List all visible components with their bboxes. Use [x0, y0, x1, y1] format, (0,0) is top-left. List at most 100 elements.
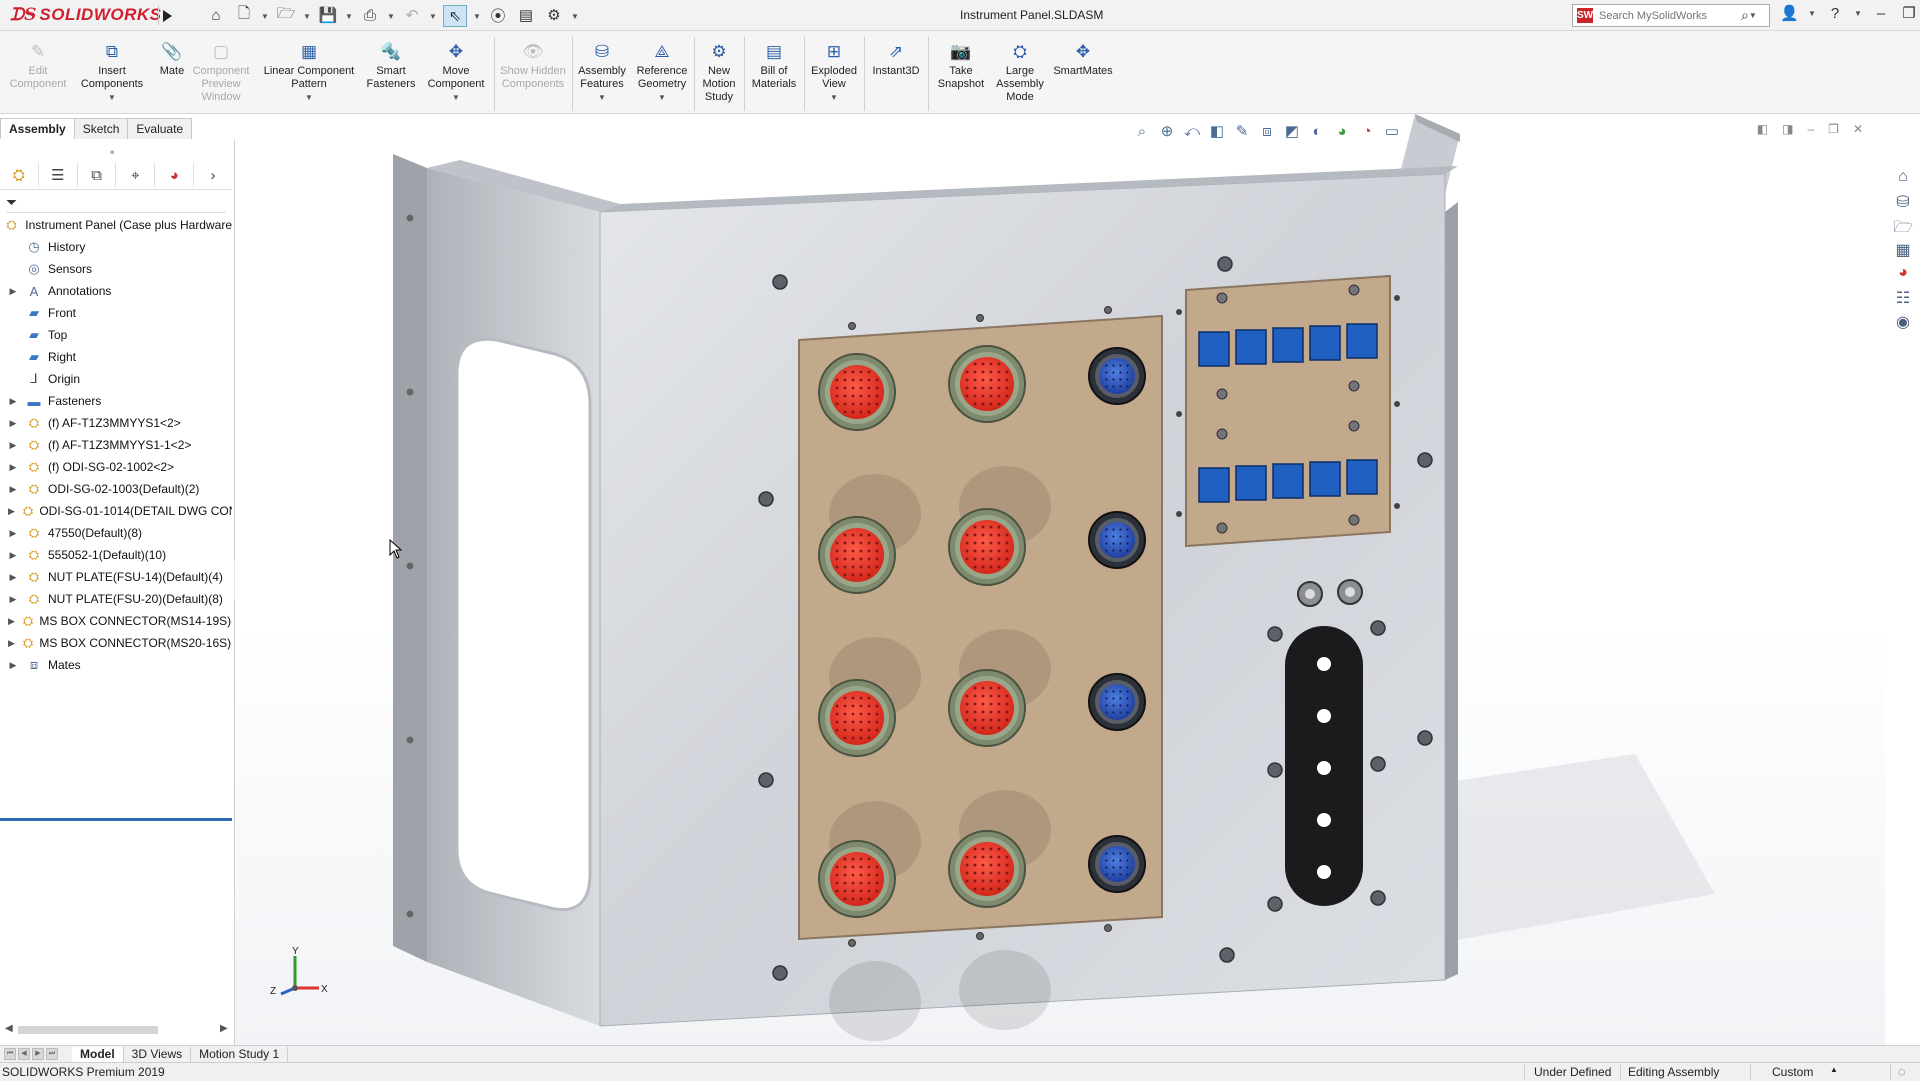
tree-item-right-plane[interactable]: ▰ Right	[0, 346, 232, 368]
expand-arrow-icon[interactable]: ▶	[8, 286, 18, 297]
quick-tips-icon[interactable]: ◌	[1898, 1064, 1906, 1079]
take-snapshot-button[interactable]: 📷 Take Snapshot	[932, 41, 990, 91]
expand-arrow-icon[interactable]: ▶	[8, 528, 18, 539]
chevron-down-icon[interactable]: ▼	[303, 5, 311, 27]
chevron-down-icon[interactable]: ▼	[473, 5, 481, 27]
chevron-down-icon[interactable]: ▼	[1854, 9, 1862, 18]
large-assembly-mode-button[interactable]: ⛭ Large Assembly Mode	[992, 41, 1048, 104]
chevron-down-icon[interactable]: ▼	[387, 5, 395, 27]
instrument-panel-model[interactable]: Y X Z	[235, 114, 1885, 1045]
tree-item-component[interactable]: ▶ ⛭ (f) AF-T1Z3MMYYS1<2>	[0, 412, 232, 434]
tab-evaluate[interactable]: Evaluate	[127, 118, 193, 139]
tree-filter[interactable]: ⏷	[6, 192, 226, 213]
expand-arrow-icon[interactable]: ▶	[8, 440, 18, 451]
tree-item-top-plane[interactable]: ▰ Top	[0, 324, 232, 346]
save-icon[interactable]: 💾	[317, 5, 339, 25]
expand-arrow-icon[interactable]: ▶	[8, 506, 15, 517]
new-document-icon[interactable]: 🗋	[233, 5, 255, 25]
tree-item-component[interactable]: ▶ ⛭ ODI-SG-01-1014(DETAIL DWG CON	[0, 500, 232, 522]
solidworks-logo[interactable]: ᗪS SOLIDWORKS	[10, 4, 162, 26]
file-explorer-icon[interactable]: 🗁	[1892, 216, 1914, 236]
tree-item-component[interactable]: ▶ ⛭ MS BOX CONNECTOR(MS20-16S)(	[0, 632, 232, 654]
tree-item-component[interactable]: ▶ ⛭ MS BOX CONNECTOR(MS14-19S)(	[0, 610, 232, 632]
expand-arrow-icon[interactable]: ▶	[8, 484, 18, 495]
appearances-icon[interactable]: ◕	[1892, 264, 1914, 283]
configuration-manager-icon[interactable]: ⧉	[78, 163, 117, 187]
tree-item-component[interactable]: ▶ ⛭ NUT PLATE(FSU-20)(Default)(8)	[0, 588, 232, 610]
tree-item-annotations[interactable]: ▶ A Annotations	[0, 280, 232, 302]
solidworks-forum-icon[interactable]: ◉	[1892, 312, 1914, 331]
custom-properties-icon[interactable]: ☷	[1892, 288, 1914, 307]
exploded-view-button[interactable]: ⊞ Exploded View ▼	[808, 41, 860, 104]
assembly-features-button[interactable]: ⛁ Assembly Features ▼	[576, 41, 628, 104]
linear-component-pattern-button[interactable]: ▦ Linear Component Pattern ▼	[258, 41, 360, 104]
expand-arrow-icon[interactable]: ▶	[8, 550, 18, 561]
home-icon[interactable]: ⌂	[205, 5, 227, 25]
chevron-down-icon[interactable]: ▼	[429, 5, 437, 27]
restore-icon[interactable]: ❐	[1900, 4, 1918, 22]
prev-tab-icon[interactable]: ◀	[18, 1048, 30, 1060]
chevron-down-icon[interactable]: ▼	[1749, 11, 1757, 20]
tree-item-component[interactable]: ▶ ⛭ ODI-SG-02-1003(Default)(2)	[0, 478, 232, 500]
tree-item-component[interactable]: ▶ ⛭ 555052-1(Default)(10)	[0, 544, 232, 566]
expand-arrow-icon[interactable]: ▶	[8, 660, 18, 671]
scrollbar-thumb[interactable]	[18, 1026, 158, 1034]
search-input[interactable]	[1597, 8, 1741, 23]
dimxpert-manager-icon[interactable]: ⌖	[116, 163, 156, 187]
tree-item-history[interactable]: ◷ History	[0, 236, 232, 258]
file-properties-icon[interactable]: ▤	[515, 5, 537, 25]
tree-item-mates[interactable]: ▶ ⧈ Mates	[0, 654, 232, 676]
tab-model[interactable]: Model	[72, 1046, 124, 1062]
mate-button[interactable]: 📎 Mate	[152, 41, 192, 78]
scroll-right-icon[interactable]: ▶	[220, 1023, 228, 1034]
open-icon[interactable]: 🗁	[275, 5, 297, 25]
tree-item-component[interactable]: ▶ ⛭ 47550(Default)(8)	[0, 522, 232, 544]
chevron-down-icon[interactable]: ▼	[261, 5, 269, 27]
minimize-icon[interactable]: –	[1872, 5, 1890, 22]
new-motion-study-button[interactable]: ⚙ New Motion Study	[698, 41, 740, 104]
select-cursor-icon[interactable]: ⇖	[443, 5, 467, 27]
next-tab-icon[interactable]: ▶	[32, 1048, 44, 1060]
design-library-icon[interactable]: ⛁	[1892, 192, 1914, 211]
options-gear-icon[interactable]: ⚙	[543, 5, 565, 25]
expand-arrow-icon[interactable]: ▶	[8, 594, 18, 605]
expand-arrow-icon[interactable]: ▶	[8, 616, 15, 627]
tree-item-fasteners[interactable]: ▶ ▬ Fasteners	[0, 390, 232, 412]
edit-component-button[interactable]: ✎ Edit Component	[8, 41, 68, 91]
tree-item-component[interactable]: ▶ ⛭ (f) ODI-SG-02-1002<2>	[0, 456, 232, 478]
last-tab-icon[interactable]: ⏭	[46, 1048, 58, 1060]
tab-motion-study[interactable]: Motion Study 1	[191, 1046, 289, 1062]
print-icon[interactable]: ⎙	[359, 5, 381, 25]
panel-splitter-handle[interactable]: ⦁	[110, 146, 115, 157]
chevron-down-icon[interactable]: ▼	[345, 5, 353, 27]
tree-root[interactable]: ⛭ Instrument Panel (Case plus Hardware	[0, 214, 232, 236]
display-manager-icon[interactable]: ◕	[155, 163, 195, 187]
expand-arrow-icon[interactable]: ▶	[8, 396, 18, 407]
tab-3d-views[interactable]: 3D Views	[124, 1046, 192, 1062]
tree-item-origin[interactable]: ⅃ Origin	[0, 368, 232, 390]
chevron-down-icon[interactable]: ▼	[632, 91, 692, 104]
tree-item-sensors[interactable]: ◎ Sensors	[0, 258, 232, 280]
expand-arrow-icon[interactable]: ▶	[8, 418, 18, 429]
rollback-bar[interactable]	[0, 818, 232, 821]
tab-sketch[interactable]: Sketch	[73, 118, 129, 139]
user-icon[interactable]: 👤	[1780, 4, 1799, 22]
tab-assembly[interactable]: Assembly	[0, 118, 75, 139]
feature-manager-icon[interactable]: ⛭	[0, 163, 39, 187]
chevron-right-icon[interactable]: ›	[194, 163, 232, 187]
component-preview-window-button[interactable]: ▢ Component Preview Window	[190, 41, 252, 104]
chevron-down-icon[interactable]: ▼	[1808, 9, 1816, 18]
scroll-left-icon[interactable]: ◀	[5, 1023, 13, 1034]
unit-system[interactable]: Custom	[1772, 1065, 1813, 1079]
menu-expand-arrow-icon[interactable]	[158, 5, 175, 25]
expand-arrow-icon[interactable]: ▶	[8, 638, 15, 649]
graphics-area[interactable]: ⌕ ⊕ ⤺ ◧ ✎ ⧈ ◩ ◐ ◕ ◔ ▭ ◧ ◨ – ❐ ✕ Y X Z	[235, 114, 1885, 1045]
smartmates-button[interactable]: ✥ SmartMates	[1050, 41, 1116, 78]
instant3d-button[interactable]: ⇗ Instant3D	[868, 41, 924, 78]
insert-components-button[interactable]: ⧉ Insert Components ▼	[76, 41, 148, 104]
chevron-down-icon[interactable]: ▼	[76, 91, 148, 104]
expand-arrow-icon[interactable]: ▶	[8, 572, 18, 583]
chevron-down-icon[interactable]: ▼	[571, 5, 579, 27]
chevron-down-icon[interactable]: ▼	[424, 91, 488, 104]
help-icon[interactable]: ?	[1826, 5, 1844, 22]
